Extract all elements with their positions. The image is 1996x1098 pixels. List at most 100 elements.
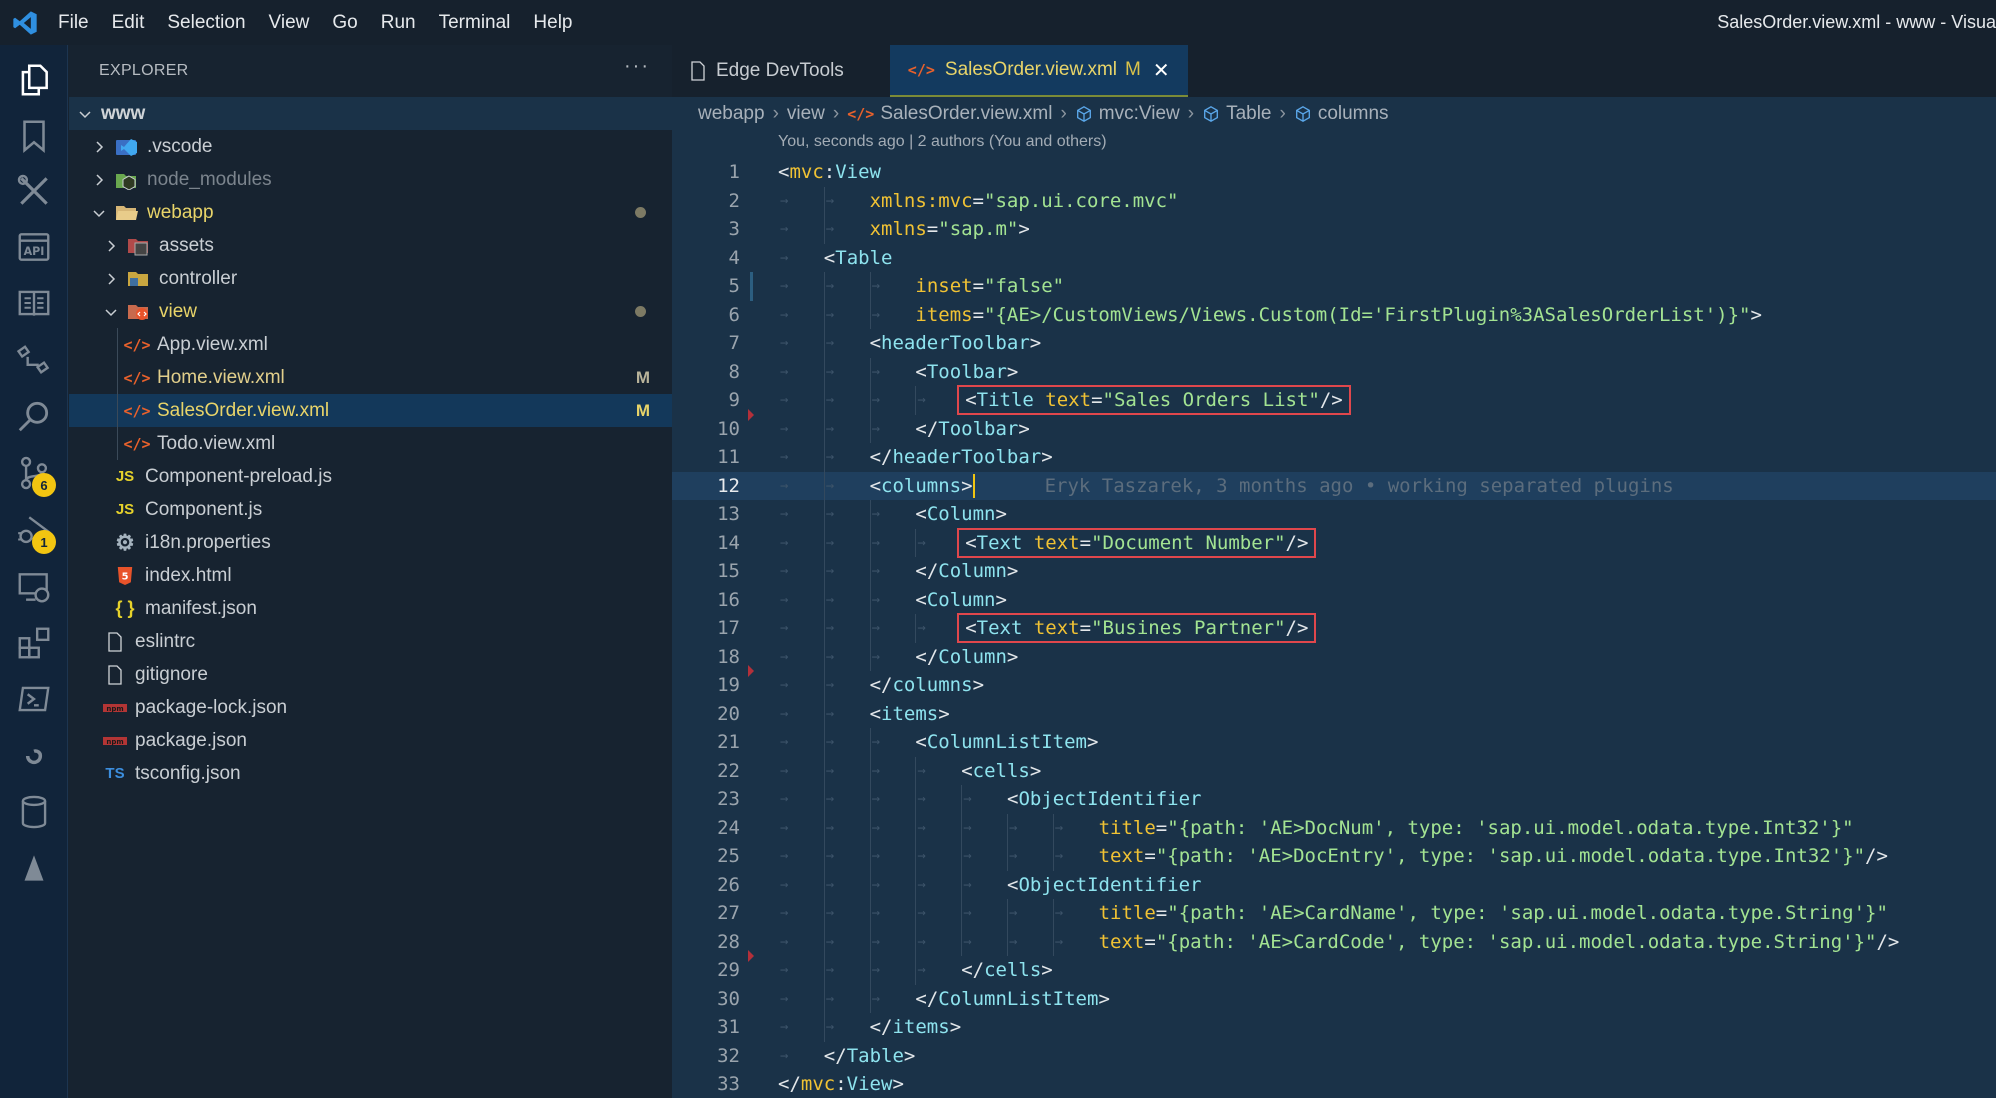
folder-item[interactable]: .vscode: [69, 130, 672, 163]
activity-sap-tools[interactable]: [0, 161, 68, 221]
code-line[interactable]: 25 → → → → → → → text="{path: 'AE>DocEntry', typ…: [672, 842, 1996, 871]
code-line[interactable]: 14 → → → → <Text text="Document Number"/>: [672, 527, 1996, 558]
file-item[interactable]: eslintrc: [69, 625, 672, 658]
activity-docs[interactable]: [0, 273, 68, 333]
remote-icon: [15, 341, 53, 379]
code-line[interactable]: 27 → → → → → → → title="{path: 'AE>CardName', ty…: [672, 899, 1996, 928]
menu-terminal[interactable]: Terminal: [439, 12, 511, 34]
file-item[interactable]: ⚙ i18n.properties: [69, 526, 672, 559]
code-line[interactable]: 17 → → → → <Text text="Busines Partner"/>: [672, 613, 1996, 644]
token-p: </: [915, 417, 939, 440]
code-line[interactable]: 31 → → </items>: [672, 1013, 1996, 1042]
breadcrumb-item[interactable]: view: [787, 103, 825, 125]
activity-source-control[interactable]: 6: [0, 443, 68, 503]
activity-database[interactable]: [0, 782, 68, 842]
breadcrumb-item[interactable]: columns: [1294, 103, 1389, 125]
activity-api[interactable]: API: [0, 217, 68, 277]
file-item[interactable]: </> SalesOrder.view.xml M: [69, 394, 672, 427]
activity-search[interactable]: [0, 386, 68, 446]
file-item[interactable]: TS tsconfig.json: [69, 757, 672, 790]
breadcrumb-item[interactable]: webapp: [698, 103, 765, 125]
file-item[interactable]: </> Home.view.xml M: [69, 361, 672, 394]
activity-explorer[interactable]: [0, 50, 68, 110]
folder-item[interactable]: node_modules: [69, 163, 672, 196]
file-item[interactable]: npm package.json: [69, 724, 672, 757]
activity-remote-desktop[interactable]: [0, 557, 68, 617]
activity-azure[interactable]: [0, 838, 68, 898]
folder-item[interactable]: assets: [69, 229, 672, 262]
breadcrumb-item[interactable]: </> SalesOrder.view.xml: [847, 103, 1052, 125]
code-line[interactable]: 8 → → → <Toolbar>: [672, 357, 1996, 386]
file-item[interactable]: 5 index.html: [69, 559, 672, 592]
tab-salesorder-view-xml[interactable]: </> SalesOrder.view.xml M ✕: [889, 45, 1188, 97]
more-actions-button[interactable]: ···: [624, 55, 650, 78]
code-line[interactable]: 7 → → <headerToolbar>: [672, 329, 1996, 358]
code-line[interactable]: 23 → → → → → <ObjectIdentifier: [672, 785, 1996, 814]
file-item[interactable]: JS Component-preload.js: [69, 460, 672, 493]
code-line[interactable]: 18 → → → </Column>: [672, 642, 1996, 671]
code-line[interactable]: 26 → → → → → <ObjectIdentifier: [672, 870, 1996, 899]
code-line[interactable]: 16 → → → <Column>: [672, 585, 1996, 614]
tab-whitespace-icon: →: [780, 762, 789, 779]
code-line[interactable]: 30 → → → </ColumnListItem>: [672, 984, 1996, 1013]
git-codelens[interactable]: You, seconds ago | 2 authors (You and ot…: [778, 133, 1107, 151]
folder-item[interactable]: controller: [69, 262, 672, 295]
code-line[interactable]: 4 → <Table: [672, 244, 1996, 273]
activity-powershell[interactable]: [0, 669, 68, 729]
file-item[interactable]: { } manifest.json: [69, 592, 672, 625]
activity-run-debug[interactable]: 1: [0, 500, 68, 560]
menu-edit[interactable]: Edit: [112, 12, 145, 34]
menu-file[interactable]: File: [58, 12, 89, 34]
code-line[interactable]: 5 → → → inset="false": [672, 272, 1996, 301]
file-item[interactable]: </> App.view.xml: [69, 328, 672, 361]
activity-swirl[interactable]: [0, 726, 68, 786]
code-line[interactable]: 2 → → xmlns:mvc="sap.ui.core.mvc": [672, 186, 1996, 215]
chevron-down-icon: [77, 106, 93, 122]
close-icon[interactable]: ✕: [1153, 58, 1170, 83]
code-line[interactable]: 12 → → <columns> Eryk Taszarek, 3 months ago…: [672, 471, 1996, 500]
breadcrumb-item[interactable]: mvc:View: [1075, 103, 1180, 125]
token-p: =: [972, 189, 984, 212]
file-item[interactable]: JS Component.js: [69, 493, 672, 526]
file-item[interactable]: </> Todo.view.xml: [69, 427, 672, 460]
indent-guide: [915, 614, 917, 643]
menu-view[interactable]: View: [269, 12, 310, 34]
file-item[interactable]: npm package-lock.json: [69, 691, 672, 724]
code-line[interactable]: 9 → → → → <Title text="Sales Orders List"/>: [672, 385, 1996, 416]
breadcrumb-item[interactable]: Table: [1202, 103, 1271, 125]
code-line[interactable]: 24 → → → → → → → title="{path: 'AE>DocNum', type…: [672, 813, 1996, 842]
code-line[interactable]: 19 → → </columns>: [672, 665, 1996, 700]
code-line[interactable]: 11 → → </headerToolbar>: [672, 443, 1996, 472]
workspace-root[interactable]: www: [69, 97, 672, 130]
activity-bookmarks[interactable]: [0, 106, 68, 166]
tab-edge-devtools[interactable]: Edge DevTools: [672, 45, 862, 97]
token-p: >: [1087, 731, 1099, 754]
node-folder-icon: [115, 169, 139, 191]
code-editor[interactable]: 1 <mvc:View 2 → → xmlns:mvc="sap.ui.core.mvc"…: [672, 158, 1996, 1098]
tab-whitespace-icon: →: [871, 363, 881, 380]
code-line[interactable]: 15 → → → </Column>: [672, 557, 1996, 586]
code-line[interactable]: 28 → → → → → → → text="{path: 'AE>CardCode', typ…: [672, 927, 1996, 956]
folder-item[interactable]: webapp: [69, 196, 672, 229]
menu-selection[interactable]: Selection: [167, 12, 245, 34]
code-line[interactable]: 6 → → → items="{AE>/CustomViews/Views.Custom…: [672, 300, 1996, 329]
menu-help[interactable]: Help: [533, 12, 572, 34]
code-line[interactable]: 1 <mvc:View: [672, 158, 1996, 187]
code-line[interactable]: 21 → → → <ColumnListItem>: [672, 728, 1996, 757]
menu-run[interactable]: Run: [381, 12, 416, 34]
activity-extensions[interactable]: [0, 613, 68, 673]
folder-item[interactable]: view: [69, 295, 672, 328]
code-line[interactable]: 3 → → xmlns="sap.m">: [672, 215, 1996, 244]
code-line[interactable]: 22 → → → → <cells>: [672, 756, 1996, 785]
code-line[interactable]: 20 → → <items>: [672, 699, 1996, 728]
code-line[interactable]: 32 → </Table>: [672, 1042, 1996, 1071]
tab-whitespace-icon: →: [780, 591, 789, 608]
file-item[interactable]: gitignore: [69, 658, 672, 691]
activity-remote-explorer[interactable]: [0, 330, 68, 390]
code-line[interactable]: 10 → → → </Toolbar>: [672, 408, 1996, 443]
code-line[interactable]: 13 → → → <Column>: [672, 500, 1996, 529]
code-line[interactable]: 29 → → → → </cells>: [672, 950, 1996, 985]
code-line[interactable]: 33 </mvc:View>: [672, 1070, 1996, 1098]
tab-whitespace-icon: →: [871, 506, 881, 523]
menu-go[interactable]: Go: [332, 12, 357, 34]
